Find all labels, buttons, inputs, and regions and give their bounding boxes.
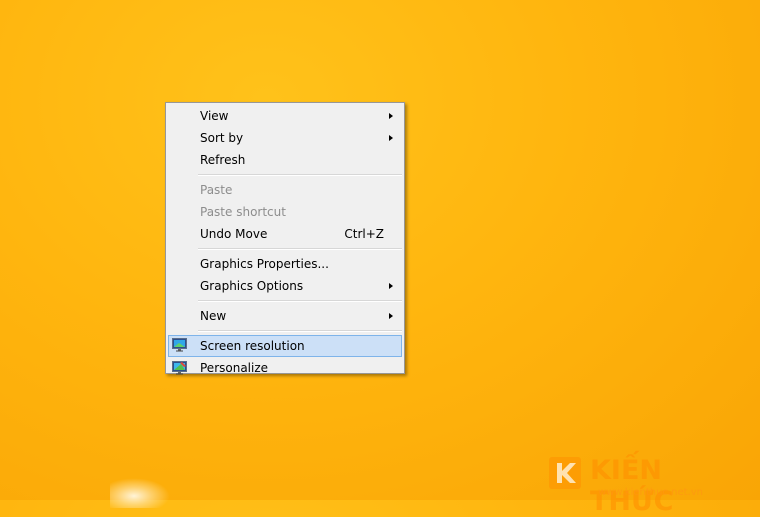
menu-item-label: Refresh [200,153,246,167]
watermark-url: www.kienthuc.net.vn [598,487,703,498]
menu-separator [198,248,402,250]
menu-item-label: Undo Move [200,227,268,241]
submenu-arrow-icon [389,283,393,289]
screen-resolution-icon [172,338,187,352]
menu-item-paste: Paste [166,179,404,201]
menu-item-label: Paste shortcut [200,205,286,219]
menu-item-paste-shortcut: Paste shortcut [166,201,404,223]
menu-item-new[interactable]: New [166,305,404,327]
menu-item-refresh[interactable]: Refresh [166,149,404,171]
menu-item-personalize[interactable]: Personalize [166,357,404,379]
menu-item-label: New [200,309,227,323]
menu-item-undo-move[interactable]: Undo Move Ctrl+Z [166,223,404,245]
desktop-context-menu: View Sort by Refresh Paste Paste shortcu… [165,102,405,375]
submenu-arrow-icon [389,135,393,141]
menu-separator [198,330,402,332]
menu-item-label: Graphics Properties... [200,257,329,271]
menu-item-label: View [200,109,229,123]
menu-item-graphics-properties[interactable]: Graphics Properties... [166,253,404,275]
menu-separator [198,300,402,302]
menu-item-label: Graphics Options [200,279,304,293]
submenu-arrow-icon [389,313,393,319]
menu-item-sort-by[interactable]: Sort by [166,127,404,149]
menu-item-label: Personalize [200,361,269,375]
watermark: KIẾN THỨC www.kienthuc.net.vn [548,455,753,517]
watermark-logo-icon [549,457,581,489]
personalize-icon [172,360,187,375]
menu-item-view[interactable]: View [166,105,404,127]
menu-item-shortcut: Ctrl+Z [344,227,384,241]
watermark-name: KIẾN THỨC [590,455,674,517]
menu-item-graphics-options[interactable]: Graphics Options [166,275,404,297]
wallpaper-glow [110,478,170,508]
menu-separator [198,174,402,176]
menu-item-screen-resolution[interactable]: Screen resolution [168,335,402,357]
menu-item-label: Paste [200,183,233,197]
menu-item-label: Screen resolution [200,339,305,353]
menu-item-label: Sort by [200,131,244,145]
submenu-arrow-icon [389,113,393,119]
